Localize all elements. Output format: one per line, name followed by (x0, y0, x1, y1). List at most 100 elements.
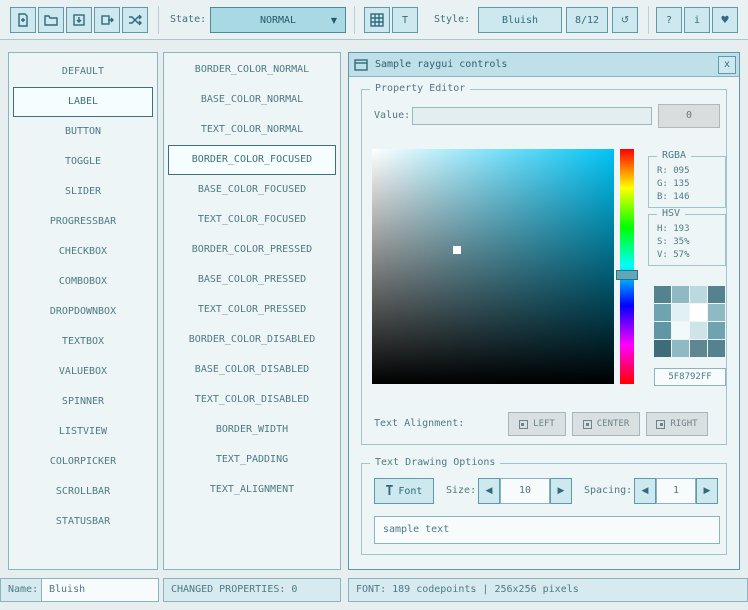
chevron-left-icon: ◀ (642, 486, 649, 496)
control-list-item[interactable]: TOGGLE (13, 147, 153, 177)
control-list-item[interactable]: TEXTBOX (13, 327, 153, 357)
grid-icon (370, 13, 384, 27)
spacing-value-box[interactable]: 1 (656, 478, 696, 504)
spacing-increase-button[interactable]: ▶ (696, 478, 718, 504)
property-list-item[interactable]: TEXT_COLOR_PRESSED (168, 295, 336, 325)
palette-swatch[interactable] (654, 304, 671, 321)
align-left-button[interactable]: LEFT (508, 412, 566, 436)
style-index-button[interactable]: 8/12 (566, 7, 608, 33)
control-list-item[interactable]: PROGRESSBAR (13, 207, 153, 237)
control-list-item[interactable]: SPINNER (13, 387, 153, 417)
palette-swatch[interactable] (672, 322, 689, 339)
value-slider[interactable] (412, 107, 652, 125)
control-list-item[interactable]: COMBOBOX (13, 267, 153, 297)
control-list-item[interactable]: CHECKBOX (13, 237, 153, 267)
hue-bar[interactable] (620, 149, 634, 384)
load-style-button[interactable] (38, 7, 64, 33)
palette-swatch[interactable] (654, 340, 671, 357)
export-style-button[interactable] (94, 7, 120, 33)
hsv-title: HSV (657, 208, 685, 219)
align-center-icon (583, 420, 592, 429)
window-icon (354, 58, 368, 72)
palette-swatch[interactable] (654, 286, 671, 303)
control-list-item[interactable]: STATUSBAR (13, 507, 153, 537)
size-label: Size: (446, 478, 476, 504)
property-list-item[interactable]: TEXT_ALIGNMENT (168, 475, 336, 505)
heart-icon: ♥ (721, 15, 730, 26)
text-preview-button[interactable]: T (392, 7, 418, 33)
reload-icon: ↺ (621, 15, 629, 26)
property-list-item[interactable]: TEXT_COLOR_FOCUSED (168, 205, 336, 235)
property-list-item[interactable]: TEXT_COLOR_NORMAL (168, 115, 336, 145)
property-list-item[interactable]: BORDER_COLOR_FOCUSED (168, 145, 336, 175)
palette-swatch[interactable] (672, 286, 689, 303)
property-list-item[interactable]: BORDER_WIDTH (168, 415, 336, 445)
sample-text-input[interactable]: sample text (374, 516, 720, 544)
size-increase-button[interactable]: ▶ (550, 478, 572, 504)
save-style-button[interactable] (66, 7, 92, 33)
random-style-button[interactable] (122, 7, 148, 33)
palette-swatch[interactable] (690, 286, 707, 303)
property-list-item[interactable]: BASE_COLOR_PRESSED (168, 265, 336, 295)
property-list-item[interactable]: BASE_COLOR_DISABLED (168, 355, 336, 385)
property-list-item[interactable]: TEXT_PADDING (168, 445, 336, 475)
property-list-item[interactable]: TEXT_COLOR_DISABLED (168, 385, 336, 415)
close-button[interactable]: x (718, 56, 736, 74)
help-button[interactable]: ? (656, 7, 682, 33)
palette-swatch[interactable] (708, 304, 725, 321)
sponsor-button[interactable]: ♥ (712, 7, 738, 33)
control-list-item[interactable]: LISTVIEW (13, 417, 153, 447)
font-button[interactable]: T Font (374, 478, 434, 504)
size-decrease-button[interactable]: ◀ (478, 478, 500, 504)
style-index-value: 8/12 (575, 15, 599, 26)
hex-value-box[interactable]: 5F8792FF (654, 368, 726, 386)
palette-swatch[interactable] (708, 340, 725, 357)
control-list-item[interactable]: VALUEBOX (13, 357, 153, 387)
property-list-item[interactable]: BASE_COLOR_FOCUSED (168, 175, 336, 205)
toolbar-separator (158, 6, 159, 34)
property-list-item[interactable]: BORDER_COLOR_PRESSED (168, 235, 336, 265)
align-right-button[interactable]: RIGHT (646, 412, 708, 436)
new-style-button[interactable] (10, 7, 36, 33)
style-name-value: Bluish (502, 15, 538, 26)
palette-swatch[interactable] (672, 340, 689, 357)
palette-swatch[interactable] (654, 322, 671, 339)
align-center-button[interactable]: CENTER (572, 412, 640, 436)
color-picker-cursor[interactable] (453, 246, 461, 254)
grid-view-button[interactable] (364, 7, 390, 33)
palette-swatch[interactable] (708, 286, 725, 303)
close-icon: x (724, 59, 730, 70)
control-list-item[interactable]: COLORPICKER (13, 447, 153, 477)
style-name-input[interactable]: Bluish (41, 578, 159, 602)
control-list-item[interactable]: SCROLLBAR (13, 477, 153, 507)
chevron-down-icon: ▼ (331, 16, 337, 25)
control-list-item[interactable]: LABEL (13, 87, 153, 117)
state-dropdown[interactable]: NORMAL ▼ (210, 7, 346, 33)
size-value-box[interactable]: 10 (500, 478, 550, 504)
property-list-item[interactable]: BORDER_COLOR_NORMAL (168, 55, 336, 85)
style-name-button[interactable]: Bluish (478, 7, 562, 33)
font-button-label: Font (398, 486, 422, 497)
about-button[interactable]: i (684, 7, 710, 33)
palette-swatch[interactable] (672, 304, 689, 321)
value-box[interactable]: 0 (658, 104, 720, 128)
palette-swatch[interactable] (690, 340, 707, 357)
palette-swatch[interactable] (690, 322, 707, 339)
spacing-decrease-button[interactable]: ◀ (634, 478, 656, 504)
palette-swatch[interactable] (708, 322, 725, 339)
style-cycle-button[interactable]: ↺ (612, 7, 638, 33)
palette-swatch[interactable] (690, 304, 707, 321)
color-picker[interactable] (372, 149, 614, 384)
green-value: G: 135 (657, 178, 725, 191)
property-list-item[interactable]: BORDER_COLOR_DISABLED (168, 325, 336, 355)
spacing-label: Spacing: (584, 478, 632, 504)
property-list-item[interactable]: BASE_COLOR_NORMAL (168, 85, 336, 115)
control-list-item[interactable]: DEFAULT (13, 57, 153, 87)
window-title-bar[interactable]: Sample raygui controls x (349, 53, 739, 77)
hue-slider-handle[interactable] (616, 270, 638, 280)
font-info-status: FONT: 189 codepoints | 256x256 pixels (348, 578, 748, 602)
open-folder-icon (44, 13, 58, 27)
control-list-item[interactable]: SLIDER (13, 177, 153, 207)
control-list-item[interactable]: DROPDOWNBOX (13, 297, 153, 327)
control-list-item[interactable]: BUTTON (13, 117, 153, 147)
